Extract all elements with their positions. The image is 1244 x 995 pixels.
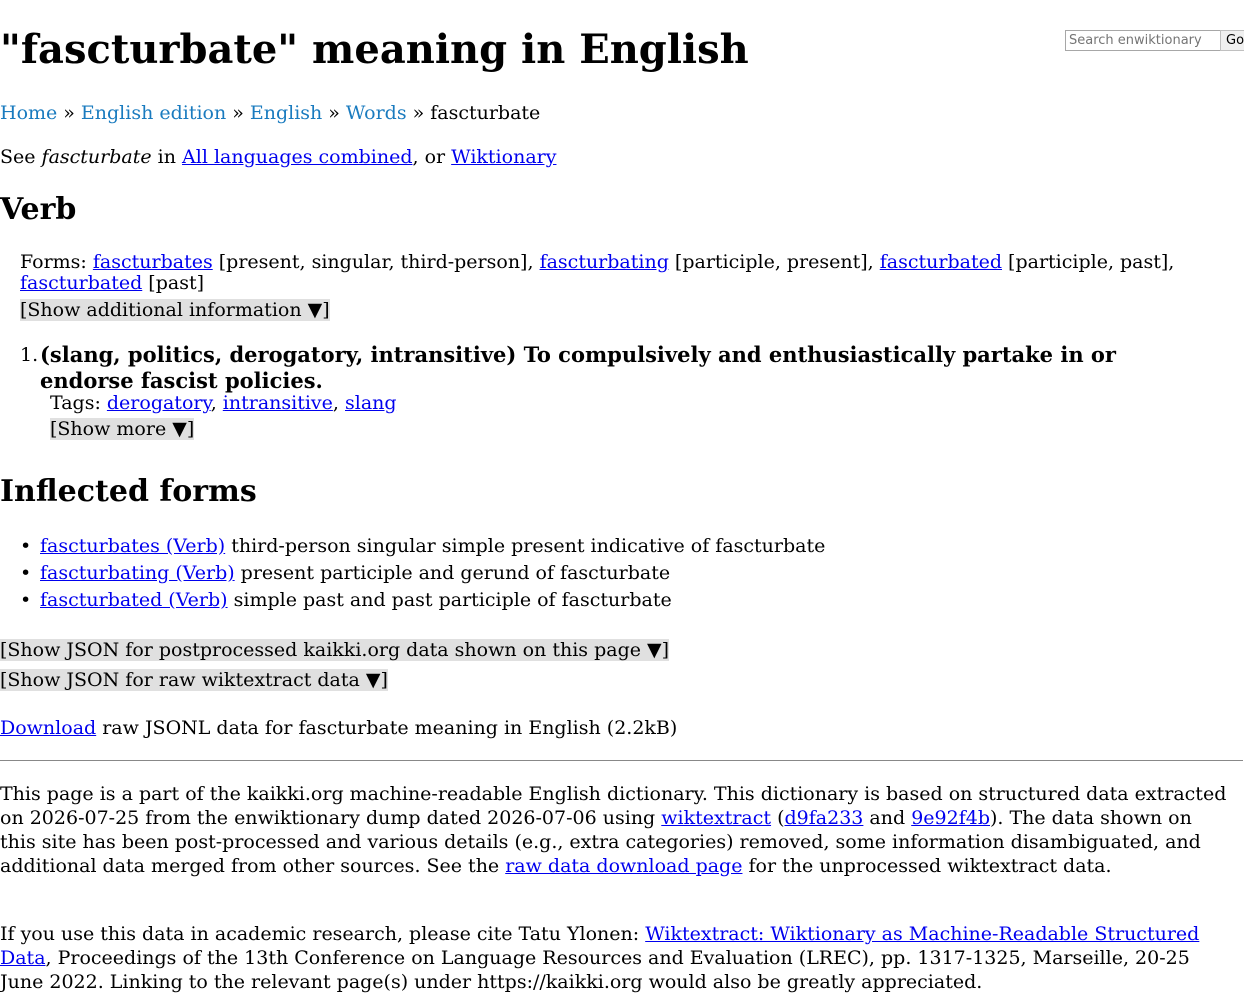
tag-link-intransitive[interactable]: intransitive bbox=[223, 392, 333, 414]
list-item: • fascturbated (Verb) simple past and pas… bbox=[20, 588, 672, 613]
wiktionary-link[interactable]: Wiktionary bbox=[451, 146, 556, 168]
form-link[interactable]: fascturbated bbox=[880, 251, 1002, 273]
form-tags: [past] bbox=[142, 272, 204, 294]
inflected-form-link[interactable]: fascturbates (Verb) bbox=[40, 535, 225, 557]
form-link[interactable]: fascturbates bbox=[93, 251, 213, 273]
breadcrumb-separator: » bbox=[63, 102, 75, 124]
commit-link-d9fa233[interactable]: d9fa233 bbox=[785, 807, 864, 829]
breadcrumb-english-edition[interactable]: English edition bbox=[81, 102, 226, 124]
inflected-form-desc: third-person singular simple present ind… bbox=[225, 535, 826, 557]
see-also-line: See fascturbate in All languages combine… bbox=[0, 145, 556, 169]
download-text: raw JSONL data for fascturbate meaning i… bbox=[96, 717, 678, 739]
see-mid: in bbox=[151, 146, 183, 168]
breadcrumb-words[interactable]: Words bbox=[346, 102, 407, 124]
commit-link-9e92f4b[interactable]: 9e92f4b bbox=[911, 807, 990, 829]
about-paragraph: This page is a part of the kaikki.org ma… bbox=[0, 782, 1230, 878]
inflected-form-desc: simple past and past participle of fasct… bbox=[227, 589, 672, 611]
breadcrumb-separator: » bbox=[412, 102, 425, 124]
tags-label: Tags: bbox=[50, 392, 107, 414]
see-word: fascturbate bbox=[41, 146, 152, 168]
form-tags: [participle, present], bbox=[668, 251, 880, 273]
show-additional-toggle[interactable]: [Show additional information ▼] bbox=[20, 299, 330, 321]
about-text: and bbox=[863, 807, 912, 829]
divider bbox=[0, 760, 1243, 761]
see-or: , or bbox=[412, 146, 452, 168]
list-item: • fascturbates (Verb) third-person singul… bbox=[20, 534, 825, 559]
inflected-form-link[interactable]: fascturbating (Verb) bbox=[40, 562, 235, 584]
about-text: ( bbox=[771, 807, 785, 829]
show-more-toggle[interactable]: [Show more ▼] bbox=[50, 418, 195, 440]
page-title: "fascturbate" meaning in English bbox=[0, 26, 749, 73]
search-go-button[interactable]: Go bbox=[1220, 30, 1244, 51]
forms-label: Forms: bbox=[20, 251, 93, 273]
download-line: Download raw JSONL data for fascturbate … bbox=[0, 716, 677, 740]
breadcrumb-separator: » bbox=[232, 102, 244, 124]
forms-line: Forms: fascturbates [present, singular, … bbox=[20, 252, 1242, 294]
about-text: for the unprocessed wiktextract data. bbox=[742, 855, 1112, 877]
breadcrumb-english[interactable]: English bbox=[250, 102, 322, 124]
bullet: • bbox=[20, 535, 32, 557]
breadcrumb: Home» English edition» English» Words» fasct… bbox=[0, 101, 540, 125]
form-tags: [present, singular, third-person], bbox=[212, 251, 540, 273]
form-tags: [participle, past], bbox=[1002, 251, 1175, 273]
raw-data-download-link[interactable]: raw data download page bbox=[505, 855, 742, 877]
bullet: • bbox=[20, 589, 32, 611]
citation-text: If you use this data in academic researc… bbox=[0, 923, 646, 945]
pos-heading: Verb bbox=[0, 192, 77, 227]
wiktextract-link[interactable]: wiktextract bbox=[661, 807, 771, 829]
inflected-forms-heading: Inflected forms bbox=[0, 474, 257, 509]
breadcrumb-separator: » bbox=[328, 102, 340, 124]
search-form: Go bbox=[1065, 30, 1244, 51]
breadcrumb-home[interactable]: Home bbox=[0, 102, 57, 124]
download-link[interactable]: Download bbox=[0, 717, 96, 739]
inflected-form-desc: present participle and gerund of fasctur… bbox=[234, 562, 671, 584]
all-languages-link[interactable]: All languages combined bbox=[182, 146, 412, 168]
inflected-form-link[interactable]: fascturbated (Verb) bbox=[40, 589, 228, 611]
show-postprocessed-json-toggle[interactable]: [Show JSON for postprocessed kaikki.org … bbox=[0, 639, 670, 661]
breadcrumb-current: fascturbate bbox=[430, 102, 541, 124]
search-input[interactable] bbox=[1065, 30, 1221, 51]
form-link[interactable]: fascturbated bbox=[20, 272, 142, 294]
sense-number: 1. bbox=[20, 344, 39, 366]
citation-text: , Proceedings of the 13th Conference on … bbox=[0, 947, 1190, 993]
see-prefix: See bbox=[0, 146, 42, 168]
sense-tags: Tags: derogatory, intransitive, slang bbox=[50, 392, 397, 414]
list-item: • fascturbating (Verb) present participle… bbox=[20, 561, 670, 586]
bullet: • bbox=[20, 562, 32, 584]
show-raw-json-toggle[interactable]: [Show JSON for raw wiktextract data ▼] bbox=[0, 669, 388, 691]
tag-link-derogatory[interactable]: derogatory bbox=[107, 392, 211, 414]
tag-link-slang[interactable]: slang bbox=[345, 392, 397, 414]
sense-gloss: (slang, politics, derogatory, intransiti… bbox=[40, 342, 1116, 393]
form-link[interactable]: fascturbating bbox=[540, 251, 669, 273]
citation-paragraph: If you use this data in academic researc… bbox=[0, 922, 1230, 994]
